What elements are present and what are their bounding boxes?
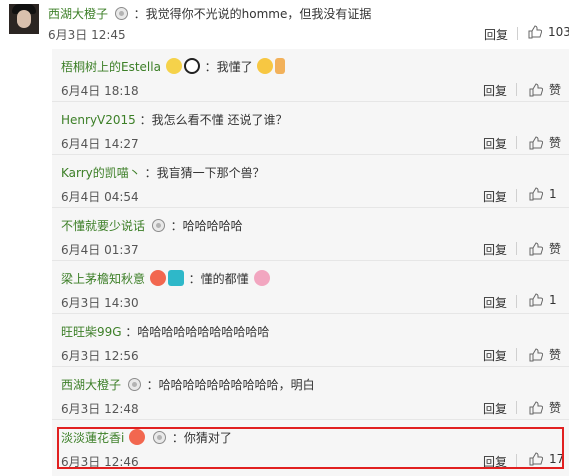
avatar[interactable] bbox=[9, 4, 39, 34]
like-button[interactable]: 赞 bbox=[529, 81, 561, 98]
flame-emoji-icon bbox=[149, 270, 166, 286]
duck-emoji-icon bbox=[165, 58, 182, 74]
thumbs-up-icon bbox=[529, 187, 543, 201]
medal-icon bbox=[127, 378, 141, 391]
grin-emoji-icon bbox=[257, 58, 274, 74]
reply-item: HenryV2015 ：我怎么看不懂 还说了谁？ 6月4日 14:27 回复 赞 bbox=[52, 102, 569, 155]
like-count: 赞 bbox=[549, 136, 562, 150]
like-count: 赞 bbox=[549, 348, 562, 362]
reply-username[interactable]: 梁上茅檐知秋意 bbox=[61, 272, 145, 286]
action-separator bbox=[516, 136, 517, 149]
medal-icon bbox=[151, 219, 165, 232]
pig-emoji-icon bbox=[253, 270, 270, 286]
reply-time: 6月4日 14:27 bbox=[61, 137, 139, 151]
reply-time: 6月3日 14:30 bbox=[61, 296, 139, 310]
reply-item: Karry的凯喵丶 ：我盲猜一下那个兽？ 6月4日 04:54 回复 1 bbox=[52, 155, 569, 208]
reply-username[interactable]: 梧桐树上的Estella bbox=[61, 60, 161, 74]
reply-username[interactable]: 西湖大橙子 bbox=[61, 378, 121, 392]
like-count: 1 bbox=[549, 293, 557, 307]
main-comment: 西湖大橙子 ：我觉得你不光说的homme，但我没有证据 6月3日 12:45 回… bbox=[0, 0, 569, 44]
reply-item: 梁上茅檐知秋意 ：懂的都懂 6月3日 14:30 回复 1 bbox=[52, 261, 569, 314]
thumbs-up-icon bbox=[529, 293, 543, 307]
reply-button[interactable]: 回复 bbox=[483, 294, 507, 311]
reply-username[interactable]: HenryV2015 bbox=[61, 113, 136, 127]
reply-item: 旺旺柴99G ：哈哈哈哈哈哈哈哈哈哈哈 6月3日 12:56 回复 赞 bbox=[52, 314, 569, 367]
reply-time: 6月3日 12:48 bbox=[61, 402, 139, 416]
reply-button[interactable]: 回复 bbox=[483, 82, 507, 99]
like-count: 赞 bbox=[549, 242, 562, 256]
reply-item: 梧桐树上的Estella ：我懂了 6月4日 18:18 回复 赞 bbox=[52, 49, 569, 102]
reply-text: ：我怎么看不懂 还说了谁？ bbox=[139, 113, 288, 127]
thumbs-up-icon bbox=[529, 400, 543, 414]
like-button[interactable]: 赞 bbox=[529, 134, 561, 151]
reply-text: ：懂的都懂 bbox=[188, 272, 249, 286]
like-button[interactable]: 赞 bbox=[529, 399, 561, 416]
reply-button[interactable]: 回复 bbox=[483, 347, 507, 364]
action-separator bbox=[516, 348, 517, 361]
reply-time: 6月4日 18:18 bbox=[61, 84, 139, 98]
reply-button[interactable]: 回复 bbox=[483, 400, 507, 417]
reply-time: 6月3日 12:56 bbox=[61, 349, 139, 363]
highlight-box bbox=[57, 427, 564, 469]
main-comment-like-button[interactable]: 103 bbox=[528, 25, 569, 39]
reply-button[interactable]: 回复 bbox=[483, 241, 507, 258]
action-separator bbox=[516, 189, 517, 202]
thumbs-up-icon bbox=[529, 135, 543, 149]
main-comment-like-count: 103 bbox=[548, 25, 569, 39]
like-count: 1 bbox=[549, 187, 557, 201]
like-button[interactable]: 1 bbox=[529, 187, 557, 201]
reply-item: 西湖大橙子 ：哈哈哈哈哈哈哈哈哈哈，明白 6月3日 12:48 回复 赞 bbox=[52, 367, 569, 420]
reply-username[interactable]: Karry的凯喵丶 bbox=[61, 166, 141, 180]
main-comment-line: 西湖大橙子 ：我觉得你不光说的homme，但我没有证据 bbox=[48, 5, 371, 22]
action-separator bbox=[517, 27, 518, 40]
like-count: 赞 bbox=[549, 83, 562, 97]
reply-item: 不懂就要少说话 ：哈哈哈哈哈 6月4日 01:37 回复 赞 bbox=[52, 208, 569, 261]
main-comment-username[interactable]: 西湖大橙子 bbox=[48, 7, 108, 21]
reply-text: ：我懂了 bbox=[204, 60, 253, 74]
medal-icon bbox=[114, 7, 128, 20]
main-comment-reply-button[interactable]: 回复 bbox=[484, 26, 508, 43]
eye-emoji-icon bbox=[167, 270, 184, 286]
reply-list: 梧桐树上的Estella ：我懂了 6月4日 18:18 回复 赞 HenryV… bbox=[52, 49, 569, 476]
reply-text: ：哈哈哈哈哈哈哈哈哈哈，明白 bbox=[146, 378, 315, 392]
reply-button[interactable]: 回复 bbox=[483, 135, 507, 152]
thumbs-up-icon bbox=[529, 241, 543, 255]
action-separator bbox=[516, 83, 517, 96]
main-comment-text: ：我觉得你不光说的homme，但我没有证据 bbox=[133, 7, 372, 21]
reply-text: ：哈哈哈哈哈哈哈哈哈哈哈 bbox=[125, 325, 270, 339]
like-button[interactable]: 赞 bbox=[529, 346, 561, 363]
thumbs-up-icon bbox=[529, 347, 543, 361]
avatar-face bbox=[17, 10, 31, 28]
reply-username[interactable]: 旺旺柴99G bbox=[61, 325, 122, 339]
action-separator bbox=[516, 242, 517, 255]
reply-button[interactable]: 回复 bbox=[483, 188, 507, 205]
thumbs-up-icon bbox=[529, 82, 543, 96]
main-comment-time: 6月3日 12:45 bbox=[48, 28, 126, 42]
thumb-emoji-icon bbox=[275, 58, 286, 74]
action-separator bbox=[516, 295, 517, 308]
reply-time: 6月4日 01:37 bbox=[61, 243, 139, 257]
reply-username[interactable]: 不懂就要少说话 bbox=[61, 219, 145, 233]
reply-text: ：哈哈哈哈哈 bbox=[170, 219, 243, 233]
like-count: 赞 bbox=[549, 401, 562, 415]
like-button[interactable]: 1 bbox=[529, 293, 557, 307]
panda-emoji-icon bbox=[183, 58, 200, 74]
reply-text: ：我盲猜一下那个兽？ bbox=[144, 166, 265, 180]
thumbs-up-icon bbox=[528, 25, 542, 39]
reply-time: 6月4日 04:54 bbox=[61, 190, 139, 204]
action-separator bbox=[516, 401, 517, 414]
like-button[interactable]: 赞 bbox=[529, 240, 561, 257]
